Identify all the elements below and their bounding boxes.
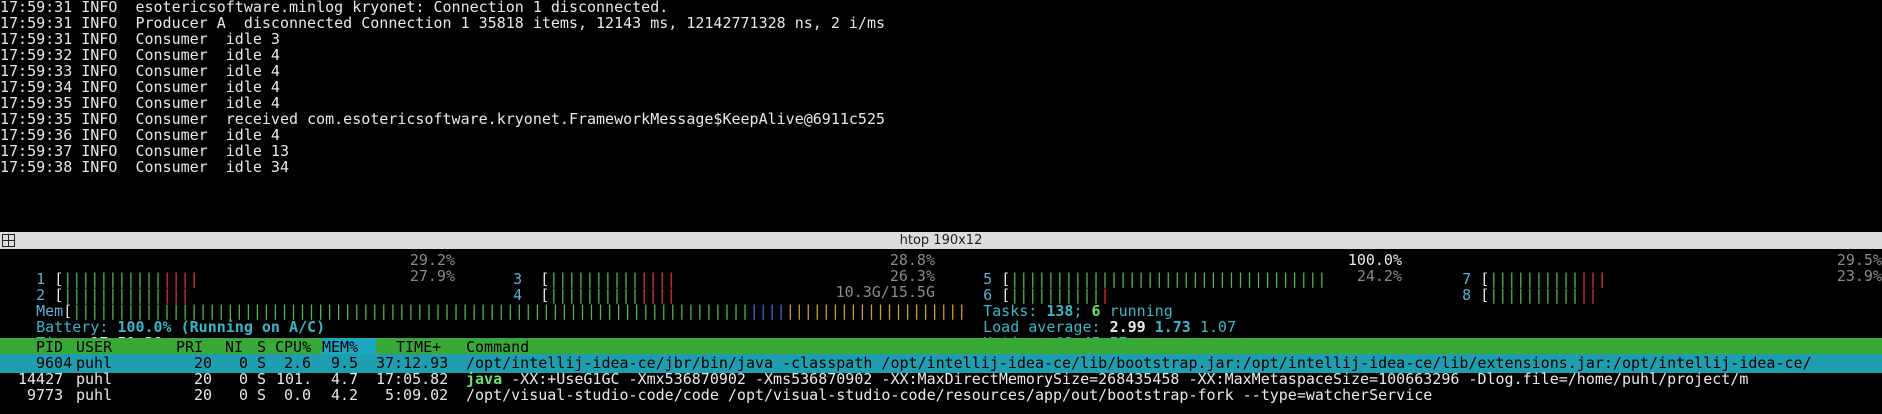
process-time: 5:09.02 [385, 386, 449, 404]
pane-title-bar[interactable]: htop 190x12 [0, 232, 1882, 249]
log-line: 17:59:38 INFO Consumer idle 34 [0, 158, 289, 176]
process-user: puhl [76, 386, 113, 404]
clock-meter: Time: 17:59:38 [0, 315, 600, 352]
htop-pane[interactable]: 1 [||||||||||||||| 29.2% 3 [|||||||||||||… [0, 249, 1882, 414]
process-state: S [257, 386, 267, 404]
uptime-meter: Uptime: 03:45:57 [947, 315, 1547, 352]
pane-title: htop 190x12 [899, 233, 983, 248]
cpu-value: 23.9% [1836, 267, 1882, 285]
process-command: /opt/visual-studio-code/code /opt/visual… [466, 386, 1433, 404]
process-mem: 4.2 [331, 386, 359, 404]
terminal-log-pane[interactable]: 17:59:31 INFO esotericsoftware.minlog kr… [0, 0, 1882, 232]
process-ni: 0 [239, 386, 249, 404]
process-pri: 20 [194, 386, 213, 404]
process-cpu: 0.0 [284, 386, 312, 404]
memory-value: 10.3G/15.5G [835, 283, 935, 301]
process-row[interactable]: 9773 puhl 20 0 S 0.0 4.2 5:09.02 /opt/vi… [0, 386, 1882, 405]
process-pid: 9773 [27, 386, 64, 404]
